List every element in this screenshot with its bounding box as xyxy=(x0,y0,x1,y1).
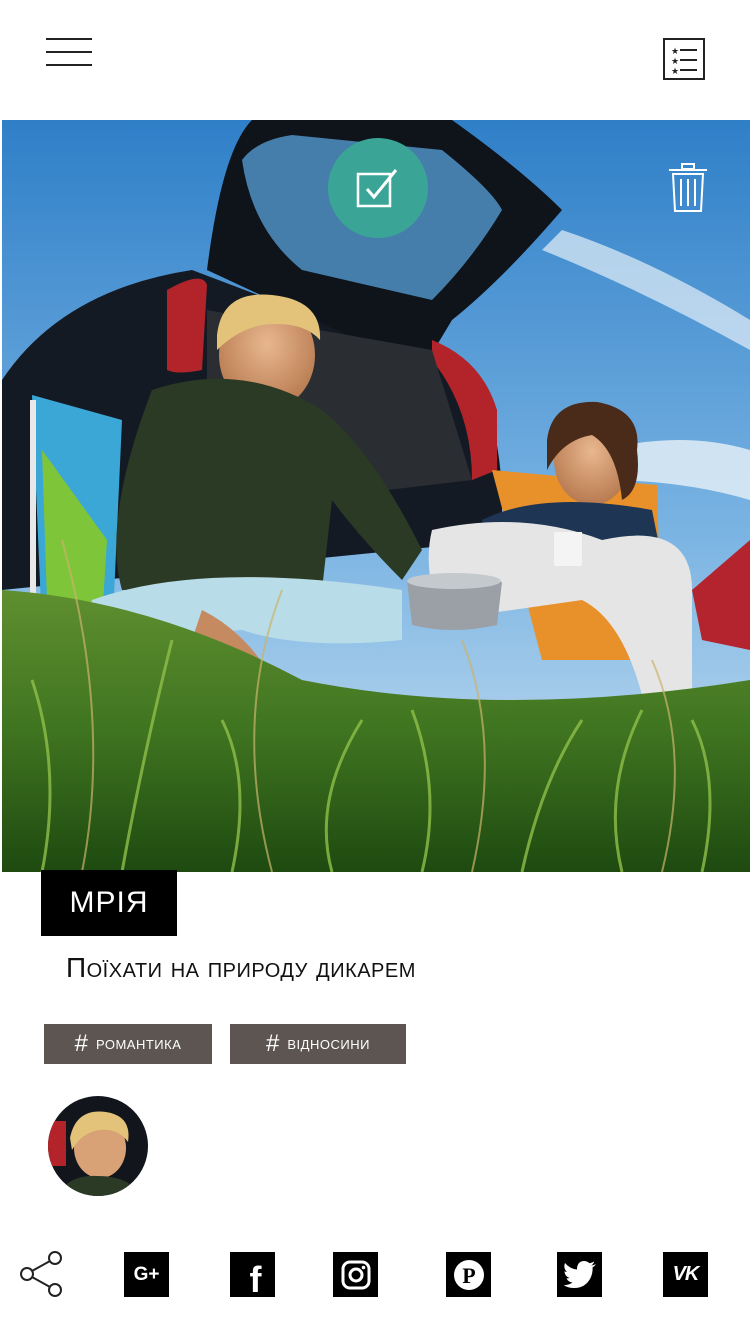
dream-description: Поїхати на природу дикарем xyxy=(66,952,416,983)
svg-text:★: ★ xyxy=(671,47,679,57)
bulleted-list-icon[interactable]: ★ ★ ★ xyxy=(663,38,705,80)
tag-hash: # xyxy=(74,1030,88,1057)
twitter-icon[interactable] xyxy=(557,1252,602,1297)
facebook-icon[interactable]: f xyxy=(230,1252,275,1300)
tag-label: відносини xyxy=(287,1033,370,1054)
facebook-glyph: f xyxy=(249,1258,262,1300)
svg-text:★: ★ xyxy=(671,57,679,67)
avatar[interactable] xyxy=(48,1096,148,1196)
tag-romance[interactable]: # романтика xyxy=(44,1024,212,1064)
pinterest-icon[interactable]: P xyxy=(446,1252,491,1297)
google-plus-glyph: G+ xyxy=(133,1263,160,1285)
vk-glyph: VK xyxy=(672,1263,700,1285)
instagram-icon[interactable] xyxy=(333,1252,378,1297)
svg-text:★: ★ xyxy=(671,67,679,77)
pinterest-glyph: P xyxy=(462,1263,475,1288)
google-plus-icon[interactable]: G+ xyxy=(124,1252,169,1297)
dream-title: МРІЯ xyxy=(41,870,177,936)
tag-hash: # xyxy=(266,1030,280,1057)
check-square-icon[interactable] xyxy=(328,138,428,238)
share-icon[interactable] xyxy=(19,1250,65,1298)
tag-relationships[interactable]: # відносини xyxy=(230,1024,406,1064)
dream-title-text: МРІЯ xyxy=(69,886,149,919)
tag-label: романтика xyxy=(95,1033,182,1054)
trash-icon[interactable] xyxy=(666,162,710,214)
vk-icon[interactable]: VK xyxy=(663,1252,708,1297)
hamburger-menu-icon[interactable] xyxy=(46,36,92,68)
